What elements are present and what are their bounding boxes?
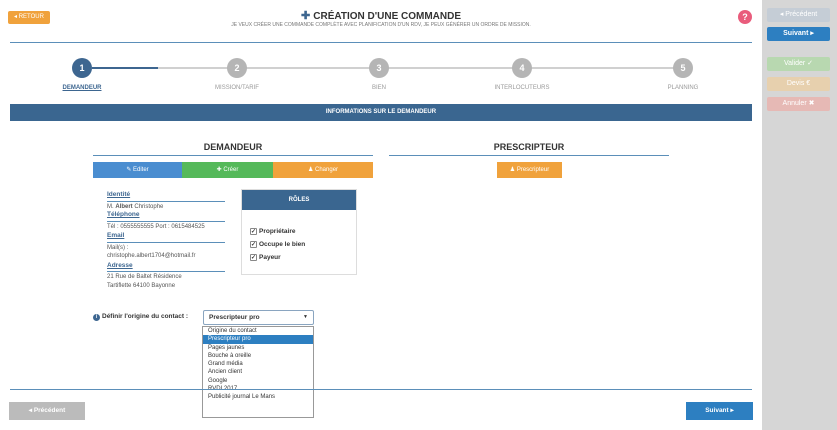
- side-cancel-button[interactable]: Annuler ✖: [767, 97, 830, 111]
- identity-first-name: Christophe: [134, 203, 164, 210]
- plus-icon: ✚: [300, 10, 314, 22]
- demandeur-divider: [93, 155, 373, 156]
- address-label: Adresse: [107, 261, 133, 269]
- roles-heading: RÔLES: [242, 190, 356, 210]
- demandeur-info: Identité M. Albert Christophe Téléphone …: [107, 190, 225, 290]
- identity-divider: [107, 200, 225, 202]
- step-label-bien[interactable]: BIEN: [334, 85, 424, 91]
- checkbox-icon[interactable]: ✓: [250, 241, 257, 248]
- origin-option[interactable]: Pages jaunes: [203, 344, 313, 352]
- step-label-planning[interactable]: PLANNING: [638, 85, 728, 91]
- step-3[interactable]: 3: [369, 58, 389, 78]
- page-title: ✚ CRÉATION D'UNE COMMANDE: [0, 9, 762, 22]
- phone-label: Téléphone: [107, 211, 140, 218]
- prescripteur-heading: PRESCRIPTEUR: [493, 142, 565, 152]
- checkbox-icon[interactable]: ✓: [250, 228, 257, 235]
- role-label: Occupe le bien: [259, 241, 306, 249]
- origin-option-selected[interactable]: Prescripteur pro: [203, 335, 313, 344]
- side-previous-button[interactable]: ◂ Précédent: [767, 8, 830, 22]
- origin-option[interactable]: Grand média: [203, 360, 313, 368]
- help-icon[interactable]: ?: [738, 10, 752, 24]
- origin-option[interactable]: Google: [203, 377, 313, 385]
- role-payeur[interactable]: ✓ Payeur: [250, 254, 281, 261]
- phone-divider: [107, 220, 225, 222]
- side-devis-button[interactable]: Devis €: [767, 77, 830, 91]
- address-line-2: Tartiflette 64100 Bayonne: [107, 282, 176, 289]
- address-line-1: 21 Rue de Baltet Résidence: [107, 274, 182, 280]
- page-subtitle: JE VEUX CRÉER UNE COMMANDE COMPLÈTE AVEC…: [231, 22, 531, 28]
- identity-value: M. Albert Christophe: [107, 203, 225, 212]
- origin-label-text: Définir l'origine du contact :: [102, 313, 189, 320]
- step-label-interlocuteurs[interactable]: INTERLOCUTEURS: [477, 85, 567, 91]
- identity-last-name: Albert: [115, 203, 133, 210]
- previous-button[interactable]: ◂ Précédent: [9, 402, 85, 420]
- side-panel: ◂ Précédent Suivant ▸ Valider ✓ Devis € …: [762, 0, 837, 430]
- step-label-mission[interactable]: MISSION/TARIF: [192, 85, 282, 91]
- email-value: christophe.albert1704@hotmail.fr: [107, 253, 196, 259]
- create-button[interactable]: ✚ Créer: [182, 162, 273, 178]
- prescripteur-button[interactable]: ♟ Prescripteur: [497, 162, 562, 178]
- step-1[interactable]: 1: [72, 58, 92, 78]
- email-prefix: Mail(s) :: [107, 244, 129, 251]
- checkbox-icon[interactable]: ✓: [250, 254, 257, 261]
- step-2[interactable]: 2: [227, 58, 247, 78]
- origin-select[interactable]: Prescripteur pro ▼: [203, 310, 314, 325]
- side-next-button[interactable]: Suivant ▸: [767, 27, 830, 41]
- origin-selected-value: Prescripteur pro: [209, 314, 260, 321]
- role-label: Propriétaire: [259, 228, 296, 236]
- info-icon: i: [93, 314, 100, 321]
- address-divider: [107, 271, 225, 272]
- origin-label: i Définir l'origine du contact :: [93, 313, 188, 321]
- chevron-down-icon: ▼: [303, 314, 308, 320]
- header-divider: [10, 42, 752, 43]
- prescripteur-divider: [389, 155, 669, 156]
- step-track-active: [92, 67, 158, 69]
- roles-panel: RÔLES ✓ Propriétaire ✓ Occupe le bien ✓ Pay…: [241, 189, 357, 275]
- phone-value: Tél : 0555555555 Port : 0615484525: [107, 223, 205, 230]
- step-4[interactable]: 4: [512, 58, 532, 78]
- identity-label: Identité: [107, 191, 131, 198]
- next-button[interactable]: Suivant ▸: [686, 402, 753, 420]
- role-label: Payeur: [259, 254, 281, 262]
- origin-option[interactable]: Origine du contact: [203, 327, 313, 335]
- email-divider: [107, 241, 225, 243]
- origin-option[interactable]: Ancien client: [203, 368, 313, 376]
- page-title-text: CRÉATION D'UNE COMMANDE: [313, 11, 462, 22]
- edit-button[interactable]: ✎ Editer: [93, 162, 182, 178]
- role-occupe[interactable]: ✓ Occupe le bien: [250, 241, 305, 248]
- origin-option[interactable]: Bouche à oreille: [203, 352, 313, 360]
- footer-divider: [10, 389, 752, 390]
- step-label-demandeur[interactable]: DEMANDEUR: [37, 85, 127, 91]
- section-bar: INFORMATIONS SUR LE DEMANDEUR: [10, 104, 752, 121]
- step-5[interactable]: 5: [673, 58, 693, 78]
- origin-option[interactable]: Publicité journal Le Mans: [203, 393, 313, 401]
- email-label: Email: [107, 232, 125, 239]
- origin-dropdown: Origine du contact Prescripteur pro Page…: [202, 326, 314, 418]
- demandeur-heading: DEMANDEUR: [203, 142, 263, 152]
- identity-prefix: M.: [107, 203, 114, 210]
- change-button[interactable]: ♟ Changer: [273, 162, 373, 178]
- side-validate-button[interactable]: Valider ✓: [767, 57, 830, 71]
- role-proprietaire[interactable]: ✓ Propriétaire: [250, 228, 296, 235]
